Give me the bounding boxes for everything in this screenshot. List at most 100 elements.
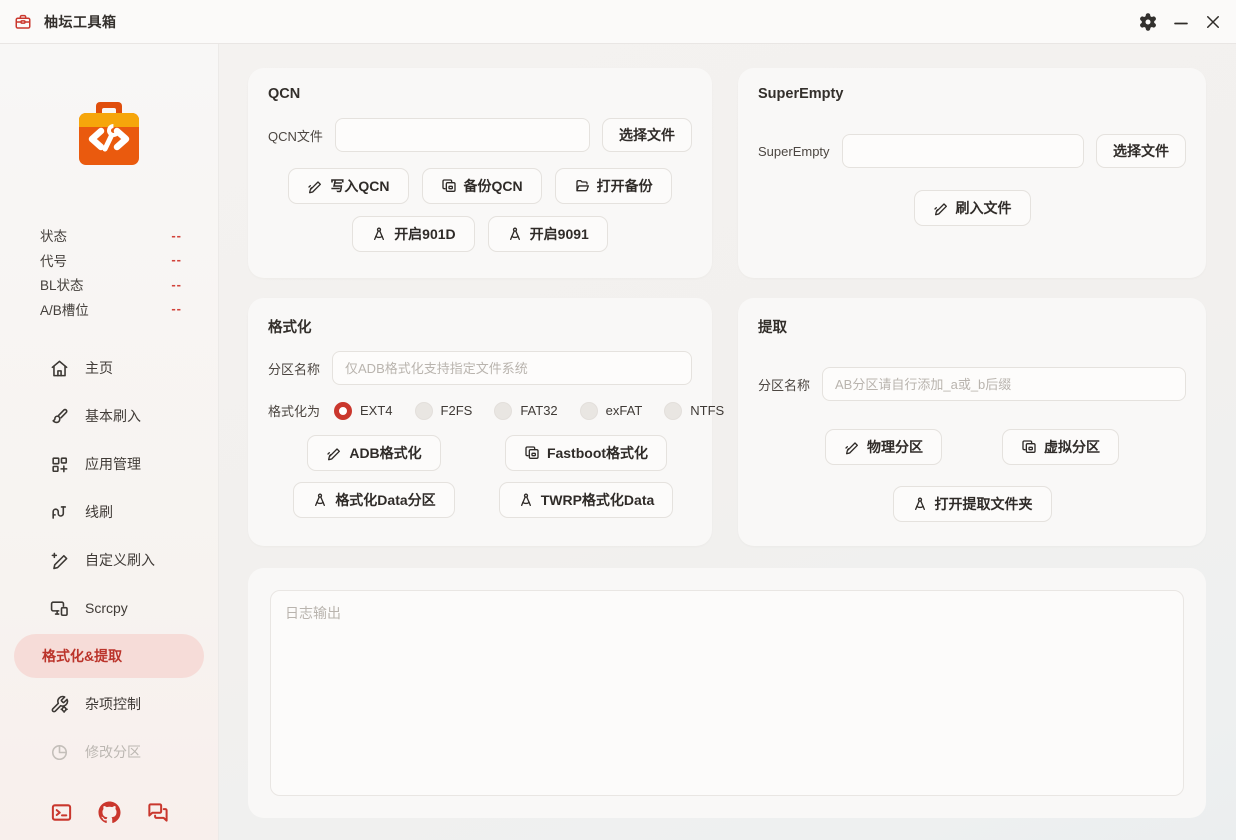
button-label: 备份QCN [464,176,523,196]
format-partition-input[interactable] [332,351,692,385]
status-row: 状态 -- [40,223,182,248]
close-icon[interactable] [1204,13,1222,31]
terminal-icon[interactable] [50,801,73,824]
button-label: 虚拟分区 [1044,437,1100,457]
superempty-choose-file-button[interactable]: 选择文件 [1096,134,1186,168]
radio-fat32[interactable]: FAT32 [494,402,557,420]
superempty-card-title: SuperEmpty [758,86,1186,102]
copy-icon [524,445,540,461]
radio-label: FAT32 [520,403,557,418]
button-label: 开启901D [394,224,455,244]
pencil-icon [326,445,342,461]
status-label: 代号 [40,250,67,270]
extract-card: 提取 分区名称 物理分区 [738,298,1206,546]
radio-label: exFAT [606,403,643,418]
open-extract-folder-button[interactable]: 打开提取文件夹 [893,486,1052,522]
sidebar-nav: 主页 基本刷入 应用管理 [0,344,218,776]
enable-9091-button[interactable]: 开启9091 [488,216,608,252]
sidebar-item-label: 修改分区 [85,742,141,762]
sidebar-item-label: 应用管理 [85,454,141,474]
button-label: 打开提取文件夹 [935,494,1033,514]
qcn-file-label: QCN文件 [268,126,323,145]
button-label: 刷入文件 [956,198,1012,218]
superempty-file-input[interactable] [842,134,1084,168]
qcn-card-title: QCN [268,86,692,102]
extract-partition-input[interactable] [822,367,1186,401]
sidebar-item-label: Scrcpy [85,600,128,616]
app-logo [71,97,147,173]
backup-qcn-button[interactable]: 备份QCN [422,168,542,204]
superempty-card: SuperEmpty SuperEmpty 选择文件 刷入文件 [738,68,1206,278]
status-label: BL状态 [40,274,84,294]
sidebar-item-label: 基本刷入 [85,406,141,426]
main-content: QCN QCN文件 选择文件 写入QCN [219,44,1236,840]
physical-partition-button[interactable]: 物理分区 [825,429,942,465]
compass-icon [312,492,328,508]
app-window: 柚坛工具箱 [0,0,1236,840]
minimize-icon[interactable] [1172,13,1190,31]
write-qcn-button[interactable]: 写入QCN [288,168,408,204]
radio-label: EXT4 [360,403,393,418]
button-label: 打开备份 [597,176,653,196]
cable-icon [50,503,69,522]
twrp-format-data-button[interactable]: TWRP格式化Data [499,482,674,518]
compass-icon [371,226,387,242]
sidebar-item-edl-flash[interactable]: 线刷 [0,488,218,536]
sidebar-item-app-manage[interactable]: 应用管理 [0,440,218,488]
radio-selected-icon [334,402,352,420]
status-row: BL状态 -- [40,272,182,297]
flash-file-button[interactable]: 刷入文件 [914,190,1031,226]
github-icon[interactable] [98,801,121,824]
sidebar-item-label: 线刷 [85,502,113,522]
radio-icon [580,402,598,420]
button-label: TWRP格式化Data [541,490,655,510]
format-card: 格式化 分区名称 格式化为 EXT4 F2FS [248,298,712,546]
status-value: -- [171,301,182,316]
radio-label: F2FS [441,403,473,418]
sidebar-item-misc-control[interactable]: 杂项控制 [0,680,218,728]
virtual-partition-button[interactable]: 虚拟分区 [1002,429,1119,465]
sidebar-item-home[interactable]: 主页 [0,344,218,392]
qcn-file-input[interactable] [335,118,590,152]
extract-partition-label: 分区名称 [758,375,810,394]
format-partition-label: 分区名称 [268,359,320,378]
pie-chart-icon [50,743,69,762]
sidebar-item-basic-flash[interactable]: 基本刷入 [0,392,218,440]
radio-ntfs[interactable]: NTFS [664,402,724,420]
status-label: 状态 [40,225,67,245]
compass-icon [912,496,928,512]
status-value: -- [171,252,182,267]
chat-icon[interactable] [146,801,169,824]
button-label: ADB格式化 [349,443,421,463]
status-row: 代号 -- [40,248,182,273]
compass-icon [507,226,523,242]
pencil-icon [307,178,323,194]
sidebar-item-modify-partition[interactable]: 修改分区 [0,728,218,776]
sidebar-item-format-extract[interactable]: 格式化&提取 [14,634,204,678]
device-status: 状态 -- 代号 -- BL状态 -- A/B槽位 -- [40,223,182,321]
enable-901d-button[interactable]: 开启901D [352,216,474,252]
format-data-button[interactable]: 格式化Data分区 [293,482,454,518]
extract-card-title: 提取 [758,316,1186,337]
log-output[interactable] [270,590,1184,796]
button-label: 物理分区 [867,437,923,457]
copy-icon [1021,439,1037,455]
pencil-icon [933,200,949,216]
fastboot-format-button[interactable]: Fastboot格式化 [505,435,667,471]
adb-format-button[interactable]: ADB格式化 [307,435,440,471]
wrench-gear-icon [50,695,69,714]
format-as-group: 格式化为 EXT4 F2FS FAT32 ex [268,401,692,420]
qcn-choose-file-button[interactable]: 选择文件 [602,118,692,152]
radio-exfat[interactable]: exFAT [580,402,643,420]
sidebar-item-scrcpy[interactable]: Scrcpy [0,584,218,632]
button-label: 格式化Data分区 [335,490,435,510]
radio-f2fs[interactable]: F2FS [415,402,473,420]
radio-ext4[interactable]: EXT4 [334,402,393,420]
open-backup-button[interactable]: 打开备份 [555,168,672,204]
button-label: 开启9091 [530,224,589,244]
grid-plus-icon [50,455,69,474]
settings-button[interactable] [1138,12,1158,32]
folder-open-icon [574,178,590,194]
button-label: 写入QCN [330,176,389,196]
sidebar-item-custom-flash[interactable]: 自定义刷入 [0,536,218,584]
